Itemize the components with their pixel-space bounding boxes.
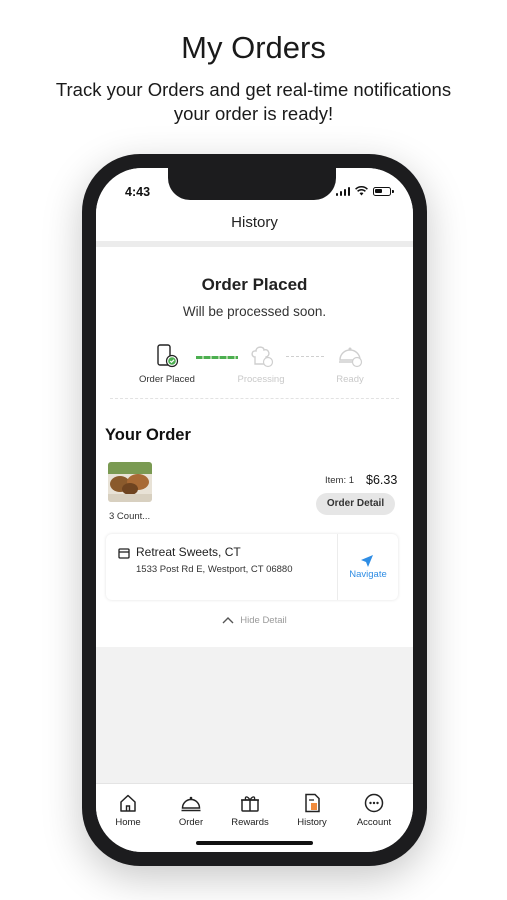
hide-detail-toggle[interactable]: Hide Detail: [96, 615, 413, 626]
navigation-arrow-icon: [361, 555, 373, 567]
tab-rewards[interactable]: Rewards: [220, 792, 280, 832]
order-status-title: Order Placed: [201, 275, 308, 294]
item-name: 3 Count...: [109, 511, 151, 522]
chevron-up-icon: [222, 617, 234, 624]
navigate-button[interactable]: Navigate: [338, 534, 398, 600]
promo-title: My Orders: [181, 30, 326, 65]
receipt-icon: [305, 793, 320, 813]
chef-hat-icon: [251, 346, 274, 368]
home-indicator: [196, 841, 313, 845]
tab-account[interactable]: Account: [344, 792, 404, 832]
order-total: $6.33: [366, 473, 398, 487]
progress-connector-done: [196, 356, 238, 359]
store-icon: [118, 548, 130, 559]
promo-subtitle: Track your Orders and get real-time noti…: [55, 79, 452, 124]
status-icons: [335, 186, 394, 196]
home-icon: [120, 794, 136, 812]
tab-account-label: Account: [356, 817, 392, 828]
more-icon: [364, 793, 384, 813]
signal-icon: [335, 186, 350, 196]
battery-icon: [373, 186, 394, 196]
tab-order[interactable]: Order: [161, 792, 221, 832]
order-card: Order Placed Will be processed soon. Ord…: [96, 247, 413, 647]
store-card: Retreat Sweets, CT 1533 Post Rd E, Westp…: [106, 534, 398, 600]
tab-history[interactable]: History: [282, 792, 342, 832]
store-address: 1533 Post Rd E, Westport, CT 06880: [136, 564, 293, 575]
store-name: Retreat Sweets, CT: [136, 545, 241, 559]
order-detail-button[interactable]: Order Detail: [316, 493, 395, 515]
section-divider: [110, 398, 399, 399]
status-time: 4:43: [125, 185, 151, 199]
cloche-icon: [181, 796, 201, 812]
step-label-order-placed: Order Placed: [139, 374, 195, 385]
order-progress: Order Placed Processing Ready: [96, 343, 413, 393]
tab-home-label: Home: [115, 817, 141, 828]
item-count: Item: 1: [325, 475, 355, 486]
phone-check-icon: [157, 344, 179, 368]
your-order-heading: Your Order: [105, 426, 191, 444]
nav-title: History: [96, 208, 413, 242]
tab-home[interactable]: Home: [98, 792, 158, 832]
progress-connector-pending: [286, 356, 324, 358]
tab-order-label: Order: [178, 817, 204, 828]
hide-detail-label: Hide Detail: [240, 615, 287, 626]
gift-icon: [241, 796, 259, 812]
order-status-subtitle: Will be processed soon.: [182, 304, 327, 319]
cloche-icon: [339, 347, 363, 368]
tab-history-label: History: [297, 817, 327, 828]
wifi-icon: [355, 186, 368, 196]
item-thumbnail[interactable]: [108, 462, 152, 502]
tab-rewards-label: Rewards: [231, 817, 269, 828]
navigate-label: Navigate: [349, 569, 387, 580]
app-screen: 4:43 History Order Placed Will be proces…: [96, 168, 413, 852]
phone-notch: [168, 166, 336, 200]
step-label-ready: Ready: [336, 374, 364, 385]
step-label-processing: Processing: [237, 374, 285, 385]
